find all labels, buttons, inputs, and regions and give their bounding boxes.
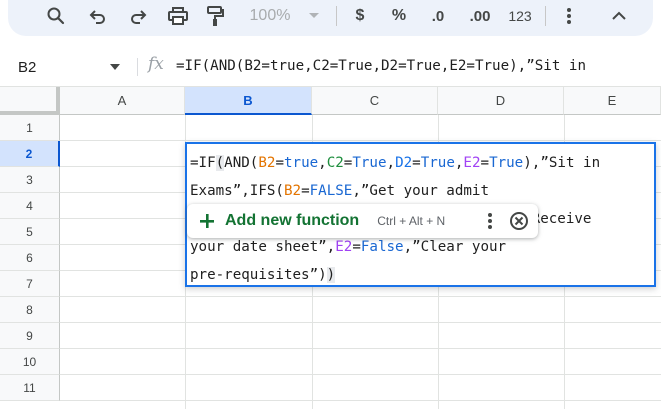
redo-icon[interactable] — [124, 0, 152, 32]
row-header-9[interactable]: 9 — [0, 323, 60, 349]
plus-icon — [200, 214, 214, 228]
row-header-11[interactable]: 11 — [0, 375, 60, 401]
chevron-down-icon[interactable] — [110, 64, 120, 70]
formula-token: C2 — [326, 155, 344, 171]
add-function-shortcut: Ctrl + Alt + N — [377, 214, 446, 228]
formula-token: False — [360, 239, 404, 255]
print-icon[interactable] — [163, 0, 193, 32]
formula-token: = — [480, 155, 490, 171]
row-label: 2 — [25, 146, 33, 161]
undo-icon[interactable] — [84, 0, 112, 32]
formula-token: E2 — [463, 155, 481, 171]
row-label: 3 — [26, 172, 33, 187]
add-function-chip[interactable]: Add new function Ctrl + Alt + N — [187, 204, 538, 238]
row-header-5[interactable]: 5 — [0, 219, 60, 245]
formula-token: = — [301, 183, 310, 199]
column-header-c[interactable]: C — [312, 87, 438, 115]
toolbar-divider — [545, 6, 546, 26]
formula-token: B2 — [258, 155, 276, 171]
formula-token: true — [283, 155, 319, 171]
row-header-7[interactable]: 7 — [0, 271, 60, 297]
select-all-corner[interactable] — [0, 87, 60, 115]
zoom-value: 100% — [249, 7, 291, 24]
row-label: 9 — [26, 328, 33, 343]
column-label: E — [607, 93, 617, 108]
close-icon[interactable] — [509, 211, 529, 231]
row-label: 1 — [26, 120, 33, 135]
row-label: 8 — [26, 302, 33, 317]
row-header-2[interactable]: 2 — [0, 141, 60, 167]
row-header-3[interactable]: 3 — [0, 167, 60, 193]
currency-label: $ — [355, 7, 365, 24]
decrease-decimal-button[interactable]: .0 — [424, 0, 452, 32]
row-header-1[interactable]: 1 — [0, 115, 60, 141]
search-icon[interactable] — [42, 0, 70, 32]
fx-icon: fx — [148, 54, 164, 74]
chevron-up-icon[interactable] — [607, 0, 631, 32]
column-label: D — [495, 93, 506, 108]
currency-button[interactable]: $ — [350, 0, 370, 32]
formula-token: = — [275, 155, 284, 171]
column-header-b[interactable]: B — [185, 87, 312, 115]
toolbar-divider — [336, 6, 337, 26]
formula-bar-divider — [137, 58, 138, 76]
decrease-decimal-label: .0 — [431, 7, 445, 25]
more-vert-icon[interactable] — [487, 212, 493, 230]
formula-token: AND( — [224, 155, 259, 171]
row-label: 11 — [23, 380, 36, 395]
row-label: 5 — [26, 224, 33, 239]
formula-token: = — [412, 155, 421, 171]
formula-token: = — [352, 239, 361, 255]
formula-token: ,”Get your admit — [352, 183, 489, 199]
formula-token: , — [386, 155, 396, 171]
formula-token: E2 — [335, 239, 353, 255]
row-label: 6 — [26, 250, 33, 265]
name-box[interactable]: B2 — [10, 54, 128, 80]
increase-decimal-label: .00 — [469, 7, 491, 25]
number-format-label: 123 — [508, 8, 532, 24]
formula-token: True — [352, 155, 387, 171]
row-header-4[interactable]: 4 — [0, 193, 60, 219]
row-label: 4 — [26, 198, 33, 213]
row-header-6[interactable]: 6 — [0, 245, 60, 271]
formula-token: True — [489, 155, 524, 171]
column-label: A — [117, 93, 127, 108]
row-label: 10 — [22, 354, 37, 369]
percent-label: % — [391, 7, 407, 24]
column-header-e[interactable]: E — [564, 87, 661, 115]
formula-input[interactable]: =IF(AND(B2=true,C2=True,D2=True,E2=True)… — [176, 58, 586, 74]
chevron-down-icon[interactable] — [305, 0, 323, 32]
percent-button[interactable]: % — [388, 0, 410, 32]
column-header-a[interactable]: A — [60, 87, 185, 115]
formula-token: ) — [326, 267, 336, 283]
add-function-label: Add new function — [225, 212, 360, 229]
number-format-button[interactable]: 123 — [504, 0, 536, 32]
formula-token: , — [318, 155, 327, 171]
formula-token: D2 — [395, 155, 413, 171]
row-header-8[interactable]: 8 — [0, 297, 60, 323]
more-vert-icon[interactable] — [558, 0, 580, 32]
zoom-select[interactable]: 100% — [240, 0, 300, 32]
column-header-d[interactable]: D — [438, 87, 564, 115]
formula-token: FALSE — [309, 183, 353, 199]
toolbar: 100% $ % .0 .00 123 — [0, 0, 661, 44]
name-box-value: B2 — [18, 58, 37, 76]
paint-format-icon[interactable] — [201, 0, 229, 32]
formula-token: B2 — [283, 183, 302, 199]
row-header-10[interactable]: 10 — [0, 349, 60, 375]
column-label: B — [243, 92, 253, 108]
increase-decimal-button[interactable]: .00 — [464, 0, 496, 32]
formula-token: =IF — [190, 155, 216, 171]
row-label: 7 — [26, 276, 33, 291]
column-label: C — [369, 93, 380, 108]
formula-bar: B2 fx =IF(AND(B2=true,C2=True,D2=True,E2… — [0, 48, 661, 87]
formula-token: ( — [215, 155, 225, 171]
formula-token: True — [420, 155, 455, 171]
